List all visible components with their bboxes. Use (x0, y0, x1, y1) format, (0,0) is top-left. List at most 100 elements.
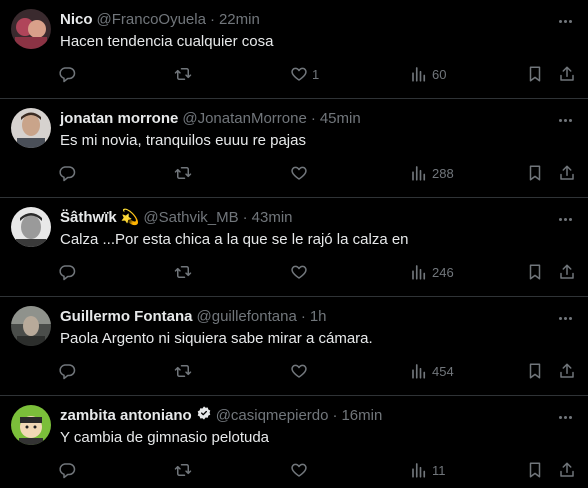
views-count: 246 (432, 264, 454, 280)
views-icon (412, 265, 426, 280)
reply-button[interactable] (58, 63, 76, 85)
avatar[interactable] (11, 405, 51, 445)
share-button[interactable] (558, 261, 576, 283)
author-name[interactable]: Guillermo Fontana (60, 307, 193, 327)
tweet[interactable]: S̈âthwïk 💫 @Sathvik_MB · 43min Calza ...… (0, 198, 588, 297)
reply-feed: Nico @FrancoOyuela · 22min Hacen tendenc… (0, 0, 588, 488)
views-button[interactable]: 11 (410, 459, 446, 481)
bookmark-button[interactable] (526, 63, 544, 85)
tweet[interactable]: zambita antoniano @casiqmepierdo · 16min… (0, 396, 588, 488)
tweet[interactable]: Nico @FrancoOyuela · 22min Hacen tendenc… (0, 0, 588, 99)
avatar[interactable] (11, 9, 51, 49)
avatar[interactable] (11, 207, 51, 247)
like-count: 1 (312, 66, 320, 82)
more-icon[interactable] (556, 409, 574, 425)
timestamp[interactable]: 16min (341, 406, 382, 426)
action-bar: 288 (58, 162, 588, 184)
views-count: 60 (432, 66, 447, 82)
action-bar: 454 (58, 360, 588, 382)
views-icon (412, 166, 426, 181)
share-icon (560, 165, 574, 180)
like-button[interactable] (290, 261, 312, 283)
share-button[interactable] (558, 162, 576, 184)
author-name[interactable]: jonatan morrone (60, 109, 178, 129)
share-button[interactable] (558, 459, 576, 481)
views-icon (412, 364, 426, 379)
timestamp[interactable]: 43min (252, 208, 293, 228)
bookmark-icon (529, 462, 541, 478)
like-icon (291, 463, 307, 477)
tweet-text: Es mi novia, tranquilos euuu re pajas (60, 132, 306, 149)
bookmark-button[interactable] (526, 162, 544, 184)
author-handle[interactable]: @casiqmepierdo (216, 406, 329, 426)
views-button[interactable]: 60 (410, 63, 446, 85)
sparkle-emoji: 💫 (120, 209, 140, 226)
like-button[interactable]: 1 (290, 63, 319, 85)
share-icon (560, 462, 574, 477)
retweet-icon (174, 167, 192, 179)
tweet-text: Hacen tendencia cualquier cosa (60, 33, 274, 50)
author-name[interactable]: Nico (60, 10, 93, 30)
more-icon[interactable] (556, 211, 574, 227)
tweet[interactable]: jonatan morrone @JonatanMorrone · 45min … (0, 99, 588, 198)
like-button[interactable] (290, 162, 312, 184)
share-button[interactable] (558, 63, 576, 85)
like-icon (291, 67, 307, 81)
reply-button[interactable] (58, 459, 76, 481)
views-count: 11 (432, 462, 446, 478)
avatar[interactable] (11, 108, 51, 148)
separator-dot: · (242, 209, 248, 226)
more-icon[interactable] (556, 310, 574, 326)
timestamp[interactable]: 45min (320, 109, 361, 129)
like-icon (291, 364, 307, 378)
retweet-button[interactable] (174, 459, 192, 481)
tweet-text: Calza ...Por esta chica a la que se le r… (60, 231, 409, 248)
retweet-icon (174, 365, 192, 377)
reply-icon (59, 67, 76, 83)
bookmark-button[interactable] (526, 261, 544, 283)
retweet-button[interactable] (174, 360, 192, 382)
retweet-icon (174, 266, 192, 278)
share-icon (560, 264, 574, 279)
bookmark-icon (529, 363, 541, 379)
more-icon[interactable] (556, 13, 574, 29)
views-icon (412, 463, 426, 478)
share-icon (560, 66, 574, 81)
tweet[interactable]: Guillermo Fontana @guillefontana · 1h Pa… (0, 297, 588, 396)
timestamp[interactable]: 1h (310, 307, 327, 327)
reply-button[interactable] (58, 360, 76, 382)
views-button[interactable]: 288 (410, 162, 454, 184)
retweet-button[interactable] (174, 261, 192, 283)
reply-icon (59, 364, 76, 380)
share-icon (560, 363, 574, 378)
reply-icon (59, 265, 76, 281)
share-button[interactable] (558, 360, 576, 382)
tweet-text: Paola Argento ni siquiera sabe mirar a c… (60, 330, 373, 347)
bookmark-button[interactable] (526, 360, 544, 382)
separator-dot: · (310, 110, 316, 127)
like-button[interactable] (290, 459, 312, 481)
timestamp[interactable]: 22min (219, 10, 260, 30)
views-button[interactable]: 246 (410, 261, 454, 283)
more-icon[interactable] (556, 112, 574, 128)
bookmark-button[interactable] (526, 459, 544, 481)
retweet-button[interactable] (174, 63, 192, 85)
retweet-icon (174, 68, 192, 80)
separator-dot: · (332, 407, 338, 424)
tweet-text: Y cambia de gimnasio pelotuda (60, 429, 270, 446)
avatar[interactable] (11, 306, 51, 346)
verified-icon (196, 405, 212, 427)
views-button[interactable]: 454 (410, 360, 454, 382)
author-handle[interactable]: @FrancoOyuela (97, 10, 206, 30)
author-handle[interactable]: @guillefontana (197, 307, 297, 327)
views-count: 288 (432, 165, 454, 181)
author-name[interactable]: S̈âthwïk (60, 208, 117, 228)
like-icon (291, 166, 307, 180)
reply-button[interactable] (58, 261, 76, 283)
author-handle[interactable]: @JonatanMorrone (182, 109, 306, 129)
like-button[interactable] (290, 360, 312, 382)
retweet-button[interactable] (174, 162, 192, 184)
reply-button[interactable] (58, 162, 76, 184)
author-handle[interactable]: @Sathvik_MB (143, 208, 238, 228)
author-name[interactable]: zambita antoniano (60, 406, 192, 426)
